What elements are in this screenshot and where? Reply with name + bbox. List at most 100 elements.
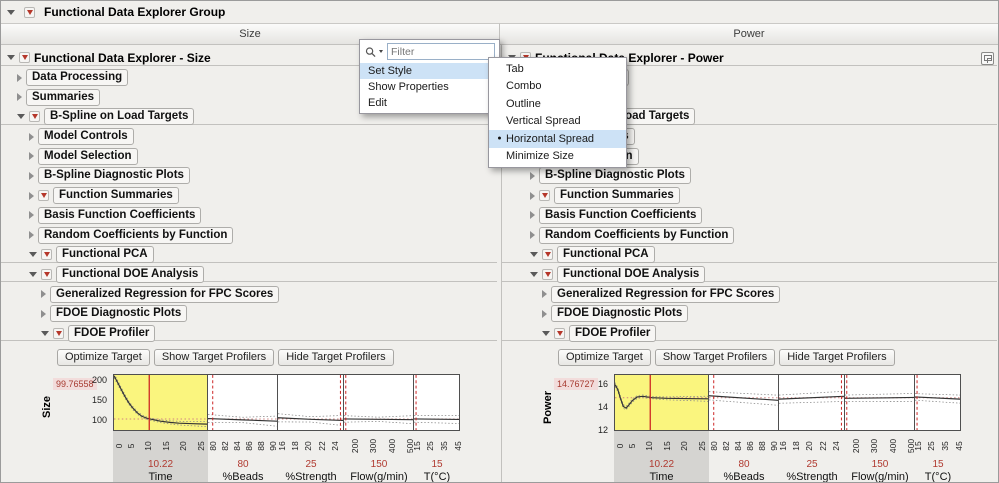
red-triangle-menu-icon[interactable] [38,190,49,201]
submenu-item-horizontal-spread[interactable]: ●Horizontal Spread [489,130,626,148]
outline-node-label[interactable]: Random Coefficients by Function [539,227,734,244]
outline-node-label[interactable]: B-Spline on Load Targets [44,108,194,125]
profiler-cell-beads[interactable] [709,374,779,431]
outline-node-label[interactable]: Model Selection [38,148,138,165]
outline-node-label[interactable]: Model Controls [38,128,134,145]
disclosure-expanded-icon[interactable] [542,331,550,336]
disclosure-collapsed-icon[interactable] [542,290,547,298]
disclosure-collapsed-icon[interactable] [530,231,535,239]
factor-current-value[interactable]: 25 [278,458,344,471]
profiler-cell-strength[interactable] [278,374,344,431]
outline-node-label[interactable]: Functional PCA [557,246,655,263]
outline-node-label[interactable]: Data Processing [26,69,128,86]
outline-node-label[interactable]: FDOE Diagnostic Plots [50,305,187,322]
disclosure-expanded-icon[interactable] [530,272,538,277]
factor-current-value[interactable]: 10.22 [113,458,208,471]
outline-node-label[interactable]: B-Spline Diagnostic Plots [539,167,691,184]
outline-node-label[interactable]: Functional DOE Analysis [557,266,705,283]
red-triangle-menu-icon[interactable] [542,249,553,260]
red-triangle-menu-icon[interactable] [19,52,30,63]
disclosure-collapsed-icon[interactable] [29,211,34,219]
red-triangle-menu-icon[interactable] [24,7,35,18]
factor-current-value[interactable]: 150 [845,458,915,471]
red-triangle-menu-icon[interactable] [542,269,553,280]
disclosure-expanded-icon[interactable] [41,331,49,336]
menu-item-show-properties[interactable]: Show Properties [360,79,499,95]
hide-target-profilers-button[interactable]: Hide Target Profilers [278,349,393,366]
dock-window-icon[interactable] [981,52,994,65]
menu-item-set-style[interactable]: Set Style [360,63,499,79]
outline-node-label[interactable]: Random Coefficients by Function [38,227,233,244]
search-options-caret-icon[interactable] [379,50,383,53]
disclosure-collapsed-icon[interactable] [29,172,34,180]
show-target-profilers-button[interactable]: Show Target Profilers [655,349,775,366]
submenu-item-outline[interactable]: Outline [489,95,626,113]
outline-node-label[interactable]: Summaries [26,89,100,106]
disclosure-collapsed-icon[interactable] [530,211,535,219]
profiler-cell-beads[interactable] [208,374,278,431]
red-triangle-menu-icon[interactable] [539,190,550,201]
disclosure-collapsed-icon[interactable] [29,192,34,200]
outline-node-label[interactable]: FDOE Profiler [569,325,656,342]
submenu-item-label: Vertical Spread [506,115,618,127]
factor-current-value[interactable]: 10.22 [614,458,709,471]
disclosure-collapsed-icon[interactable] [17,74,22,82]
disclosure-collapsed-icon[interactable] [530,172,535,180]
outline-node-label[interactable]: Functional PCA [56,246,154,263]
profiler-cell-strength[interactable] [779,374,845,431]
red-triangle-menu-icon[interactable] [41,269,52,280]
profiler-cell-time[interactable] [614,374,709,431]
hide-target-profilers-button[interactable]: Hide Target Profilers [779,349,894,366]
menu-item-edit[interactable]: Edit [360,95,499,111]
disclosure-expanded-icon[interactable] [7,10,15,15]
profiler-cell-flow-g-min[interactable] [344,374,414,431]
profiler-cell-t-c[interactable] [915,374,961,431]
disclosure-expanded-icon[interactable] [530,252,538,257]
factor-current-value[interactable]: 80 [709,458,779,471]
outline-node-label[interactable]: Functional DOE Analysis [56,266,204,283]
submenu-item-combo[interactable]: Combo [489,78,626,96]
filter-input[interactable] [387,43,495,60]
optimize-target-button[interactable]: Optimize Target [558,349,651,366]
factor-current-value[interactable]: 15 [915,458,961,471]
outline-node-label[interactable]: Generalized Regression for FPC Scores [551,286,780,303]
outline-node-label[interactable]: B-Spline Diagnostic Plots [38,167,190,184]
x-tick-label: 82 [721,442,731,451]
outline-node-label[interactable]: Generalized Regression for FPC Scores [50,286,279,303]
optimize-target-button[interactable]: Optimize Target [57,349,150,366]
profiler-cell-t-c[interactable] [414,374,460,431]
outline-node-label[interactable]: Basis Function Coefficients [38,207,201,224]
factor-current-value[interactable]: 25 [779,458,845,471]
red-triangle-menu-icon[interactable] [29,111,40,122]
red-triangle-menu-icon[interactable] [554,328,565,339]
disclosure-collapsed-icon[interactable] [29,133,34,141]
disclosure-expanded-icon[interactable] [17,114,25,119]
outline-node-label[interactable]: FDOE Diagnostic Plots [551,305,688,322]
profiler-cell-flow-g-min[interactable] [845,374,915,431]
disclosure-collapsed-icon[interactable] [41,310,46,318]
disclosure-expanded-icon[interactable] [7,55,15,60]
factor-current-value[interactable]: 80 [208,458,278,471]
disclosure-collapsed-icon[interactable] [530,192,535,200]
disclosure-collapsed-icon[interactable] [29,231,34,239]
outline-node-label[interactable]: Basis Function Coefficients [539,207,702,224]
submenu-item-tab[interactable]: Tab [489,60,626,78]
disclosure-collapsed-icon[interactable] [542,310,547,318]
disclosure-expanded-icon[interactable] [29,272,37,277]
disclosure-collapsed-icon[interactable] [41,290,46,298]
red-triangle-menu-icon[interactable] [41,249,52,260]
factor-current-value[interactable]: 15 [414,458,460,471]
profiler-cell-time[interactable] [113,374,208,431]
disclosure-collapsed-icon[interactable] [29,152,34,160]
outline-node-label[interactable]: Function Summaries [554,187,680,204]
submenu-item-vertical-spread[interactable]: Vertical Spread [489,113,626,131]
outline-node-label[interactable]: FDOE Profiler [68,325,155,342]
disclosure-expanded-icon[interactable] [29,252,37,257]
x-tick-label: 45 [954,442,964,451]
factor-current-value[interactable]: 150 [344,458,414,471]
show-target-profilers-button[interactable]: Show Target Profilers [154,349,274,366]
disclosure-collapsed-icon[interactable] [17,93,22,101]
submenu-item-minimize-size[interactable]: Minimize Size [489,148,626,166]
outline-node-label[interactable]: Function Summaries [53,187,179,204]
red-triangle-menu-icon[interactable] [53,328,64,339]
